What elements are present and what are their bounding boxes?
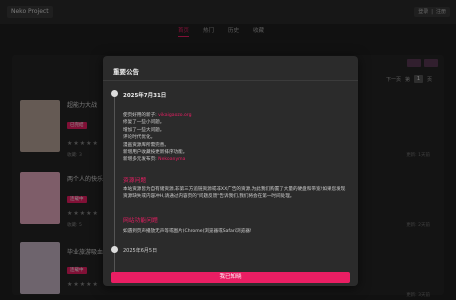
divider bbox=[103, 80, 358, 81]
site-link[interactable]: vikaigaozo.org bbox=[158, 113, 191, 118]
note-line: 评论时代优化。 bbox=[123, 135, 156, 141]
note-line: 使页好用的新子: vikaigaozo.org bbox=[123, 113, 192, 118]
entry-date: 2025年7月31日 bbox=[123, 93, 167, 99]
note-line: 新增用户收藏按更新排序功能。 bbox=[123, 150, 188, 156]
note-line: 漫画资源库所需完善。 bbox=[123, 142, 169, 148]
note-line: 修复了一些小问题。 bbox=[123, 120, 165, 126]
section-text-resources: 本站资源皆为自有储资源,非第三方追链资源或非XX广告的资源,为此我们购置了大量的… bbox=[123, 187, 346, 200]
announcement-modal: 重要公告 2025年7月31日 使页好用的新子: vikaigaozo.org … bbox=[103, 56, 358, 286]
note-line: 增加了一些大问题。 bbox=[123, 127, 165, 133]
modal-title: 重要公告 bbox=[113, 68, 139, 76]
update-notes: 使页好用的新子: vikaigaozo.org 修复了一些小问题。 增加了一些大… bbox=[123, 112, 348, 164]
entry-date: 2025年6月5日 bbox=[123, 248, 158, 254]
acknowledge-button[interactable]: 我已知晓 bbox=[111, 272, 350, 283]
section-title-features: 网站功能问题 bbox=[123, 218, 158, 224]
section-title-resources: 资源问题 bbox=[123, 178, 147, 184]
section-text-features: 如遇到页声播放无声等或图片(Chrome)浏览器或Safari浏览器! bbox=[123, 229, 252, 234]
timeline-dot bbox=[111, 90, 118, 97]
release-page-link[interactable]: Nekoanyma bbox=[158, 157, 185, 162]
timeline-dot bbox=[111, 246, 118, 253]
note-line: 新增多元发布页: Nekoanyma bbox=[123, 157, 186, 163]
